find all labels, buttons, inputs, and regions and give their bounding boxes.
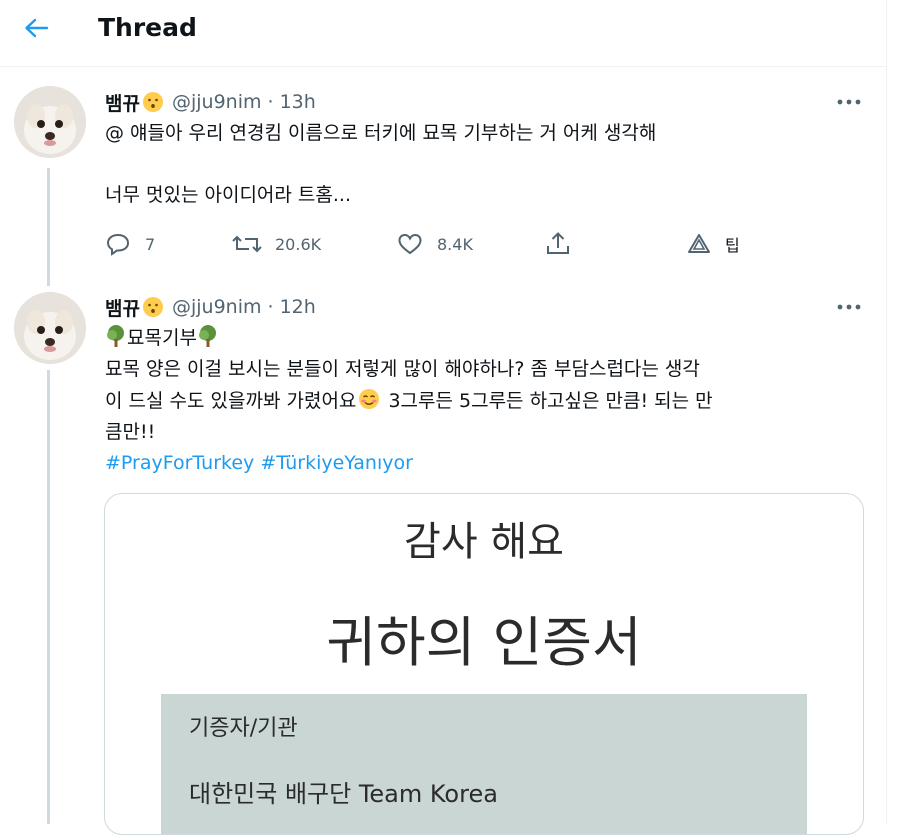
user-handle[interactable]: @jju9nim — [172, 91, 262, 113]
more-dots-icon — [837, 99, 861, 105]
tweet-text-line: 큼만!! — [105, 421, 156, 443]
tree-emoji-icon — [198, 325, 216, 347]
tweet-text-line: 묘목 양은 이걸 보시는 분들이 저렇게 많이 해야하나? 좀 부담스럽다는 생… — [105, 358, 700, 380]
hashtag-row: #PrayForTurkey #TürkiyeYanıyor — [105, 448, 413, 479]
reply-icon — [106, 233, 130, 256]
tip-icon — [688, 234, 710, 253]
tree-caption: 묘목기부 — [127, 327, 197, 349]
retweet-icon — [232, 235, 262, 253]
tweet-time[interactable]: · 13h — [268, 91, 316, 113]
thread-connector — [47, 168, 50, 286]
donor-name: 대한민국 배구단 Team Korea — [189, 780, 498, 808]
page-title: Thread — [98, 13, 197, 42]
tweet-actions: 7 20.6K 8.4K 팁 — [105, 228, 765, 260]
tweet-text-segment: 3그루든 5그루든 하고싶은 만큼! 되는 만 — [382, 390, 713, 412]
tweet-text-line: 이 드실 수도 있을까봐 가렸어요 3그루든 5그루든 하고싶은 만큼! 되는 … — [105, 386, 713, 417]
back-button[interactable] — [20, 12, 52, 44]
share-button[interactable] — [545, 228, 571, 260]
tweet-text-line: @ 얘들아 우리 연경킴 이름으로 터키에 묘목 기부하는 거 어케 생각해 — [105, 122, 657, 144]
retweet-button[interactable]: 20.6K — [231, 228, 321, 260]
avatar[interactable] — [14, 292, 86, 364]
tweet-time[interactable]: · 12h — [268, 296, 316, 318]
more-options-button[interactable] — [834, 92, 864, 112]
heart-icon — [398, 233, 422, 255]
more-dots-icon — [837, 304, 861, 310]
arrow-left-icon — [25, 18, 49, 38]
tweet-text-segment: 이 드실 수도 있을까봐 가렸어요 — [105, 390, 357, 412]
tip-label: 팁 — [725, 236, 740, 255]
reply-count: 7 — [145, 234, 156, 254]
thread-connector — [47, 370, 50, 824]
tweet-author-row: 뱀뀨 @jju9nim · 12h — [105, 293, 316, 321]
thread-header: Thread — [0, 0, 886, 67]
like-button[interactable]: 8.4K — [397, 228, 473, 260]
hashtag-link[interactable]: #PrayForTurkey — [105, 452, 254, 474]
tweet-author-row: 뱀뀨 @jju9nim · 13h — [105, 88, 316, 116]
tip-button[interactable]: 팁 — [687, 228, 740, 260]
more-options-button[interactable] — [834, 297, 864, 317]
dog-avatar-icon — [14, 292, 86, 364]
certificate-thanks: 감사 해요 — [404, 519, 564, 565]
retweet-count: 20.6K — [275, 234, 322, 254]
kissing-face-icon — [142, 297, 163, 317]
share-icon — [547, 232, 569, 254]
like-count: 8.4K — [437, 234, 473, 254]
reply-button[interactable]: 7 — [105, 228, 155, 260]
dog-avatar-icon — [14, 86, 86, 158]
avatar[interactable] — [14, 86, 86, 158]
smiling-blush-icon — [359, 389, 380, 409]
kissing-face-icon — [142, 92, 163, 112]
user-handle[interactable]: @jju9nim — [172, 296, 262, 318]
certificate-donor-box: 기증자/기관 대한민국 배구단 Team Korea — [161, 694, 807, 834]
username[interactable]: 뱀뀨 — [105, 89, 140, 116]
certificate-title: 귀하의 인증서 — [326, 611, 642, 674]
username[interactable]: 뱀뀨 — [105, 294, 140, 321]
tweet-text-line: 너무 멋있는 아이디어라 트홈... — [105, 184, 351, 206]
tweet-media-image[interactable]: 감사 해요 귀하의 인증서 기증자/기관 대한민국 배구단 Team Korea — [104, 493, 864, 835]
donor-label: 기증자/기관 — [189, 716, 298, 741]
tree-emoji-icon — [107, 325, 124, 347]
hashtag-link[interactable]: #TürkiyeYanıyor — [260, 452, 413, 474]
tweet-text-line: 묘목기부 — [105, 323, 219, 354]
